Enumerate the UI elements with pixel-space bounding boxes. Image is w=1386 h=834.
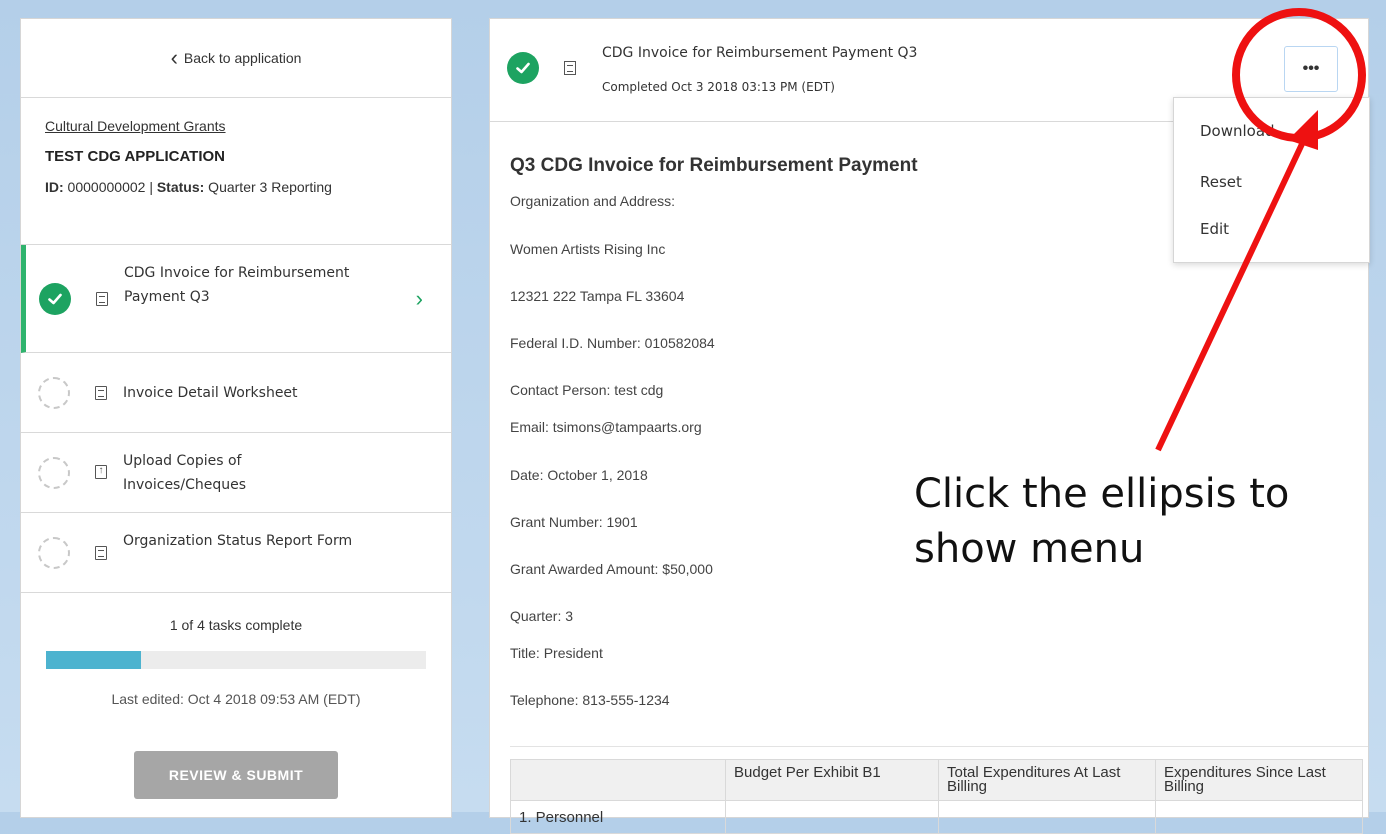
last-edited: Last edited: Oct 4 2018 09:53 AM (EDT) <box>111 691 361 707</box>
table-header <box>510 759 726 801</box>
menu-item-reset[interactable]: Reset <box>1200 173 1242 191</box>
id-value: 0000000002 | <box>63 179 157 195</box>
form-field: Federal I.D. Number: 010582084 <box>510 335 715 351</box>
table-cell <box>938 800 1156 834</box>
task-label: Upload Copies of Invoices/Cheques <box>123 453 246 493</box>
form-title: Q3 CDG Invoice for Reimbursement Payment <box>510 155 918 176</box>
back-label: Back to application <box>183 50 302 66</box>
progress-text: 1 of 4 tasks complete <box>169 617 303 633</box>
sidebar-task-invoice-detail[interactable]: Invoice Detail Worksheet <box>21 353 451 433</box>
form-field: Women Artists Rising Inc <box>510 241 666 257</box>
ellipsis-dropdown-menu: Download Reset Edit <box>1173 97 1370 263</box>
task-sidebar: ‹ Back to application Cultural Developme… <box>20 18 452 818</box>
table-cell <box>725 800 939 834</box>
application-info: Cultural Development Grants TEST CDG APP… <box>21 98 451 245</box>
upload-icon: ↑ <box>95 465 107 479</box>
task-title: CDG Invoice for Reimbursement Payment Q3 <box>602 45 918 61</box>
task-completed-time: Completed Oct 3 2018 03:13 PM (EDT) <box>602 80 835 94</box>
review-submit-button[interactable]: REVIEW & SUBMIT <box>134 751 338 799</box>
sidebar-task-cdg-invoice[interactable]: CDG Invoice for Reimbursement Payment Q3… <box>21 245 451 353</box>
table-header-row: Budget Per Exhibit B1 Total Expenditures… <box>510 759 1363 801</box>
form-field: Email: tsimons@tampaarts.org <box>510 419 702 435</box>
annotation-text: Click the ellipsis to show menu <box>914 471 1290 572</box>
program-link[interactable]: Cultural Development Grants <box>45 118 451 134</box>
form-field: Title: President <box>510 645 603 661</box>
document-icon <box>95 386 107 400</box>
task-label: Invoice Detail Worksheet <box>123 385 298 401</box>
task-detail-panel: CDG Invoice for Reimbursement Payment Q3… <box>489 18 1370 834</box>
form-field: Grant Awarded Amount: $50,000 <box>510 561 713 577</box>
task-label: CDG Invoice for Reimbursement Payment Q3 <box>124 265 350 305</box>
id-label: ID: <box>45 179 64 195</box>
table-cell: 1. Personnel <box>510 800 726 834</box>
table-row: 1. Personnel <box>510 800 1363 834</box>
application-meta: ID: 0000000002 | Status: Quarter 3 Repor… <box>45 179 451 195</box>
task-complete-icon <box>39 282 71 315</box>
application-title: TEST CDG APPLICATION <box>45 148 225 165</box>
form-field: Organization and Address: <box>510 193 675 209</box>
chevron-right-icon: › <box>415 285 423 311</box>
task-incomplete-icon <box>38 536 70 569</box>
table-cell <box>1155 800 1363 834</box>
ellipsis-menu-button[interactable]: ••• <box>1284 46 1338 92</box>
progress-bar-fill <box>46 651 141 669</box>
form-field: Telephone: 813-555-1234 <box>510 692 670 708</box>
task-complete-icon <box>507 52 539 84</box>
document-icon <box>96 292 108 306</box>
progress-bar <box>46 651 426 669</box>
table-header: Budget Per Exhibit B1 <box>725 759 939 801</box>
form-field: 12321 222 Tampa FL 33604 <box>510 288 685 304</box>
status-value: Quarter 3 Reporting <box>204 179 332 195</box>
menu-item-edit[interactable]: Edit <box>1200 220 1229 238</box>
chevron-left-icon: ‹ <box>170 45 178 70</box>
task-label: Organization Status Report Form <box>123 533 353 549</box>
form-field: Date: October 1, 2018 <box>510 467 648 483</box>
menu-item-download[interactable]: Download <box>1200 122 1275 140</box>
document-icon <box>95 546 107 560</box>
task-incomplete-icon <box>38 376 70 409</box>
sidebar-task-upload-copies[interactable]: ↑ Upload Copies of Invoices/Cheques <box>21 433 451 513</box>
table-header: Expenditures Since Last Billing <box>1155 759 1363 801</box>
form-field: Contact Person: test cdg <box>510 382 664 398</box>
expenditure-table: Budget Per Exhibit B1 Total Expenditures… <box>510 759 1363 834</box>
sidebar-task-status-report[interactable]: Organization Status Report Form <box>21 513 451 593</box>
status-label: Status: <box>156 179 205 195</box>
back-to-application-link[interactable]: ‹ Back to application <box>21 19 451 98</box>
task-incomplete-icon <box>38 456 70 489</box>
table-header: Total Expenditures At Last Billing <box>938 759 1156 801</box>
divider <box>510 746 1368 747</box>
form-field: Quarter: 3 <box>510 608 574 624</box>
document-icon <box>564 61 576 75</box>
progress-section: 1 of 4 tasks complete Last edited: Oct 4… <box>21 593 451 799</box>
form-field: Grant Number: 1901 <box>510 514 638 530</box>
